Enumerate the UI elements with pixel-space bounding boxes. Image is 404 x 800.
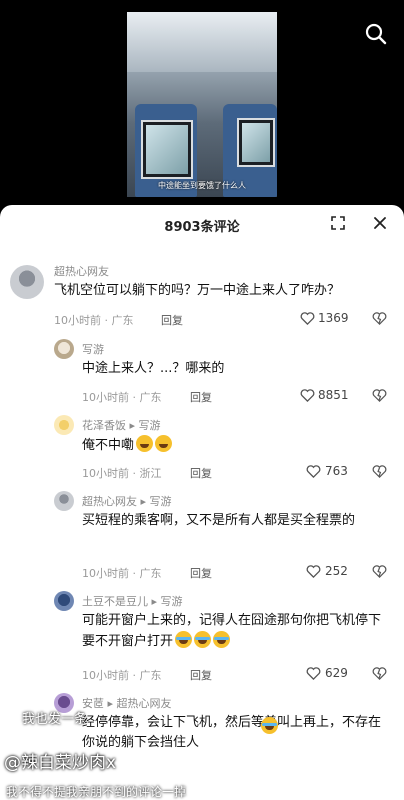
avatar[interactable] xyxy=(10,265,44,299)
cabin-ceiling xyxy=(127,12,277,72)
grin-emoji-icon xyxy=(136,435,154,452)
comment-username[interactable]: 写游 xyxy=(82,341,104,357)
comment-text-content: 俺不中嘞 xyxy=(82,438,135,453)
video-player[interactable]: 中途能坐到要饿了什么人 xyxy=(0,0,404,205)
reply-button[interactable]: 回复 xyxy=(190,667,212,683)
dislike-icon[interactable] xyxy=(372,564,387,579)
comment-meta: 10小时前 · 浙江 xyxy=(82,467,162,480)
comment-meta: 10小时前 · 广东 xyxy=(82,669,162,682)
avatar[interactable] xyxy=(54,491,74,511)
comment-text-content: 经停停靠，会让下飞机，然后等着叫上再上，不存在你说的躺下会挡住人 xyxy=(82,715,382,750)
comments-sheet: 8903条评论 超热心网友 飞机空位可以躺下的吗？万一中途上来人了咋办？ 10小… xyxy=(0,205,404,800)
laugh-cry-emoji-icon xyxy=(175,631,193,648)
video-frame: 中途能坐到要饿了什么人 xyxy=(127,12,277,197)
reply-button[interactable]: 回复 xyxy=(190,389,212,405)
seatback-screen-right xyxy=(237,118,275,167)
like-count: 252 xyxy=(325,564,348,578)
dislike-icon[interactable] xyxy=(372,666,387,681)
comments-header: 8903条评论 xyxy=(0,205,404,243)
comment-reply-item: 花泽香饭 ▸ 写游 俺不中嘞 10小时前 · 浙江 回复 763 xyxy=(0,413,404,483)
search-icon[interactable] xyxy=(364,22,388,46)
comment-item: 超热心网友 飞机空位可以躺下的吗？万一中途上来人了咋办？ 10小时前 · 广东 … xyxy=(0,261,404,331)
comment-reply-item: 写游 中途上来人？...？哪来的 10小时前 · 广东 回复 8851 xyxy=(0,337,404,407)
avatar[interactable] xyxy=(54,339,74,359)
comment-text: 中途上来人？...？哪来的 xyxy=(82,361,225,376)
reply-button[interactable]: 回复 xyxy=(190,465,212,481)
dislike-icon[interactable] xyxy=(372,311,387,326)
laugh-cry-emoji-icon xyxy=(194,631,212,648)
avatar[interactable] xyxy=(54,693,74,713)
dislike-icon[interactable] xyxy=(372,464,387,479)
comment-username[interactable]: 花泽香饭 ▸ 写游 xyxy=(82,417,161,433)
comment-username[interactable]: 安茝 ▸ 超热心网友 xyxy=(82,695,172,711)
avatar[interactable] xyxy=(54,415,74,435)
comment-text-content: 可能开窗户上来的，记得人在囧途那句你把飞机停下要不开窗户打开 xyxy=(82,613,382,649)
video-caption: 中途能坐到要饿了什么人 xyxy=(158,181,246,190)
comment-text: 经停停靠，会让下飞机，然后等着叫上再上，不存在你说的躺下会挡住人 xyxy=(82,713,386,753)
heart-icon[interactable] xyxy=(306,464,321,479)
heart-icon[interactable] xyxy=(306,666,321,681)
comment-reply-item: 安茝 ▸ 超热心网友 经停停靠，会让下飞机，然后等着叫上再上，不存在你说的躺下会… xyxy=(0,691,404,800)
close-icon[interactable] xyxy=(372,215,388,231)
comment-meta: 10小时前 · 广东 xyxy=(54,314,134,327)
like-count: 1369 xyxy=(318,311,349,325)
comment-text: 飞机空位可以躺下的吗？万一中途上来人了咋办？ xyxy=(54,283,341,298)
avatar[interactable] xyxy=(54,591,74,611)
comment-text: 买短程的乘客啊，又不是所有人都是买全程票的 xyxy=(82,513,356,528)
reply-button[interactable]: 回复 xyxy=(161,312,183,328)
laugh-cry-emoji-icon xyxy=(261,717,278,734)
comment-reply-item: 土豆不是豆儿 ▸ 写游 可能开窗户上来的，记得人在囧途那句你把飞机停下要不开窗户… xyxy=(0,589,404,685)
heart-icon[interactable] xyxy=(306,564,321,579)
comment-meta: 10小时前 · 广东 xyxy=(82,567,162,580)
grin-emoji-icon xyxy=(155,435,173,452)
expand-icon[interactable] xyxy=(330,215,346,231)
dislike-icon[interactable] xyxy=(372,388,387,403)
like-count: 8851 xyxy=(318,388,349,402)
comment-username[interactable]: 土豆不是豆儿 ▸ 写游 xyxy=(82,593,183,609)
comment-username[interactable]: 超热心网友 ▸ 写游 xyxy=(82,493,172,509)
reply-button[interactable]: 回复 xyxy=(190,565,212,581)
heart-icon[interactable] xyxy=(300,388,315,403)
comment-text: 可能开窗户上来的，记得人在囧途那句你把飞机停下要不开窗户打开 xyxy=(82,611,386,652)
like-count: 763 xyxy=(325,464,348,478)
comment-reply-item: 超热心网友 ▸ 写游 买短程的乘客啊，又不是所有人都是买全程票的 10小时前 ·… xyxy=(0,489,404,581)
seatback-screen-left xyxy=(141,120,193,179)
heart-icon[interactable] xyxy=(300,311,315,326)
laugh-cry-emoji-icon xyxy=(213,631,231,648)
like-count: 629 xyxy=(325,666,348,680)
comment-meta: 10小时前 · 广东 xyxy=(82,391,162,404)
comment-username[interactable]: 超热心网友 xyxy=(54,263,109,279)
comment-text: 俺不中嘞 xyxy=(82,435,382,456)
